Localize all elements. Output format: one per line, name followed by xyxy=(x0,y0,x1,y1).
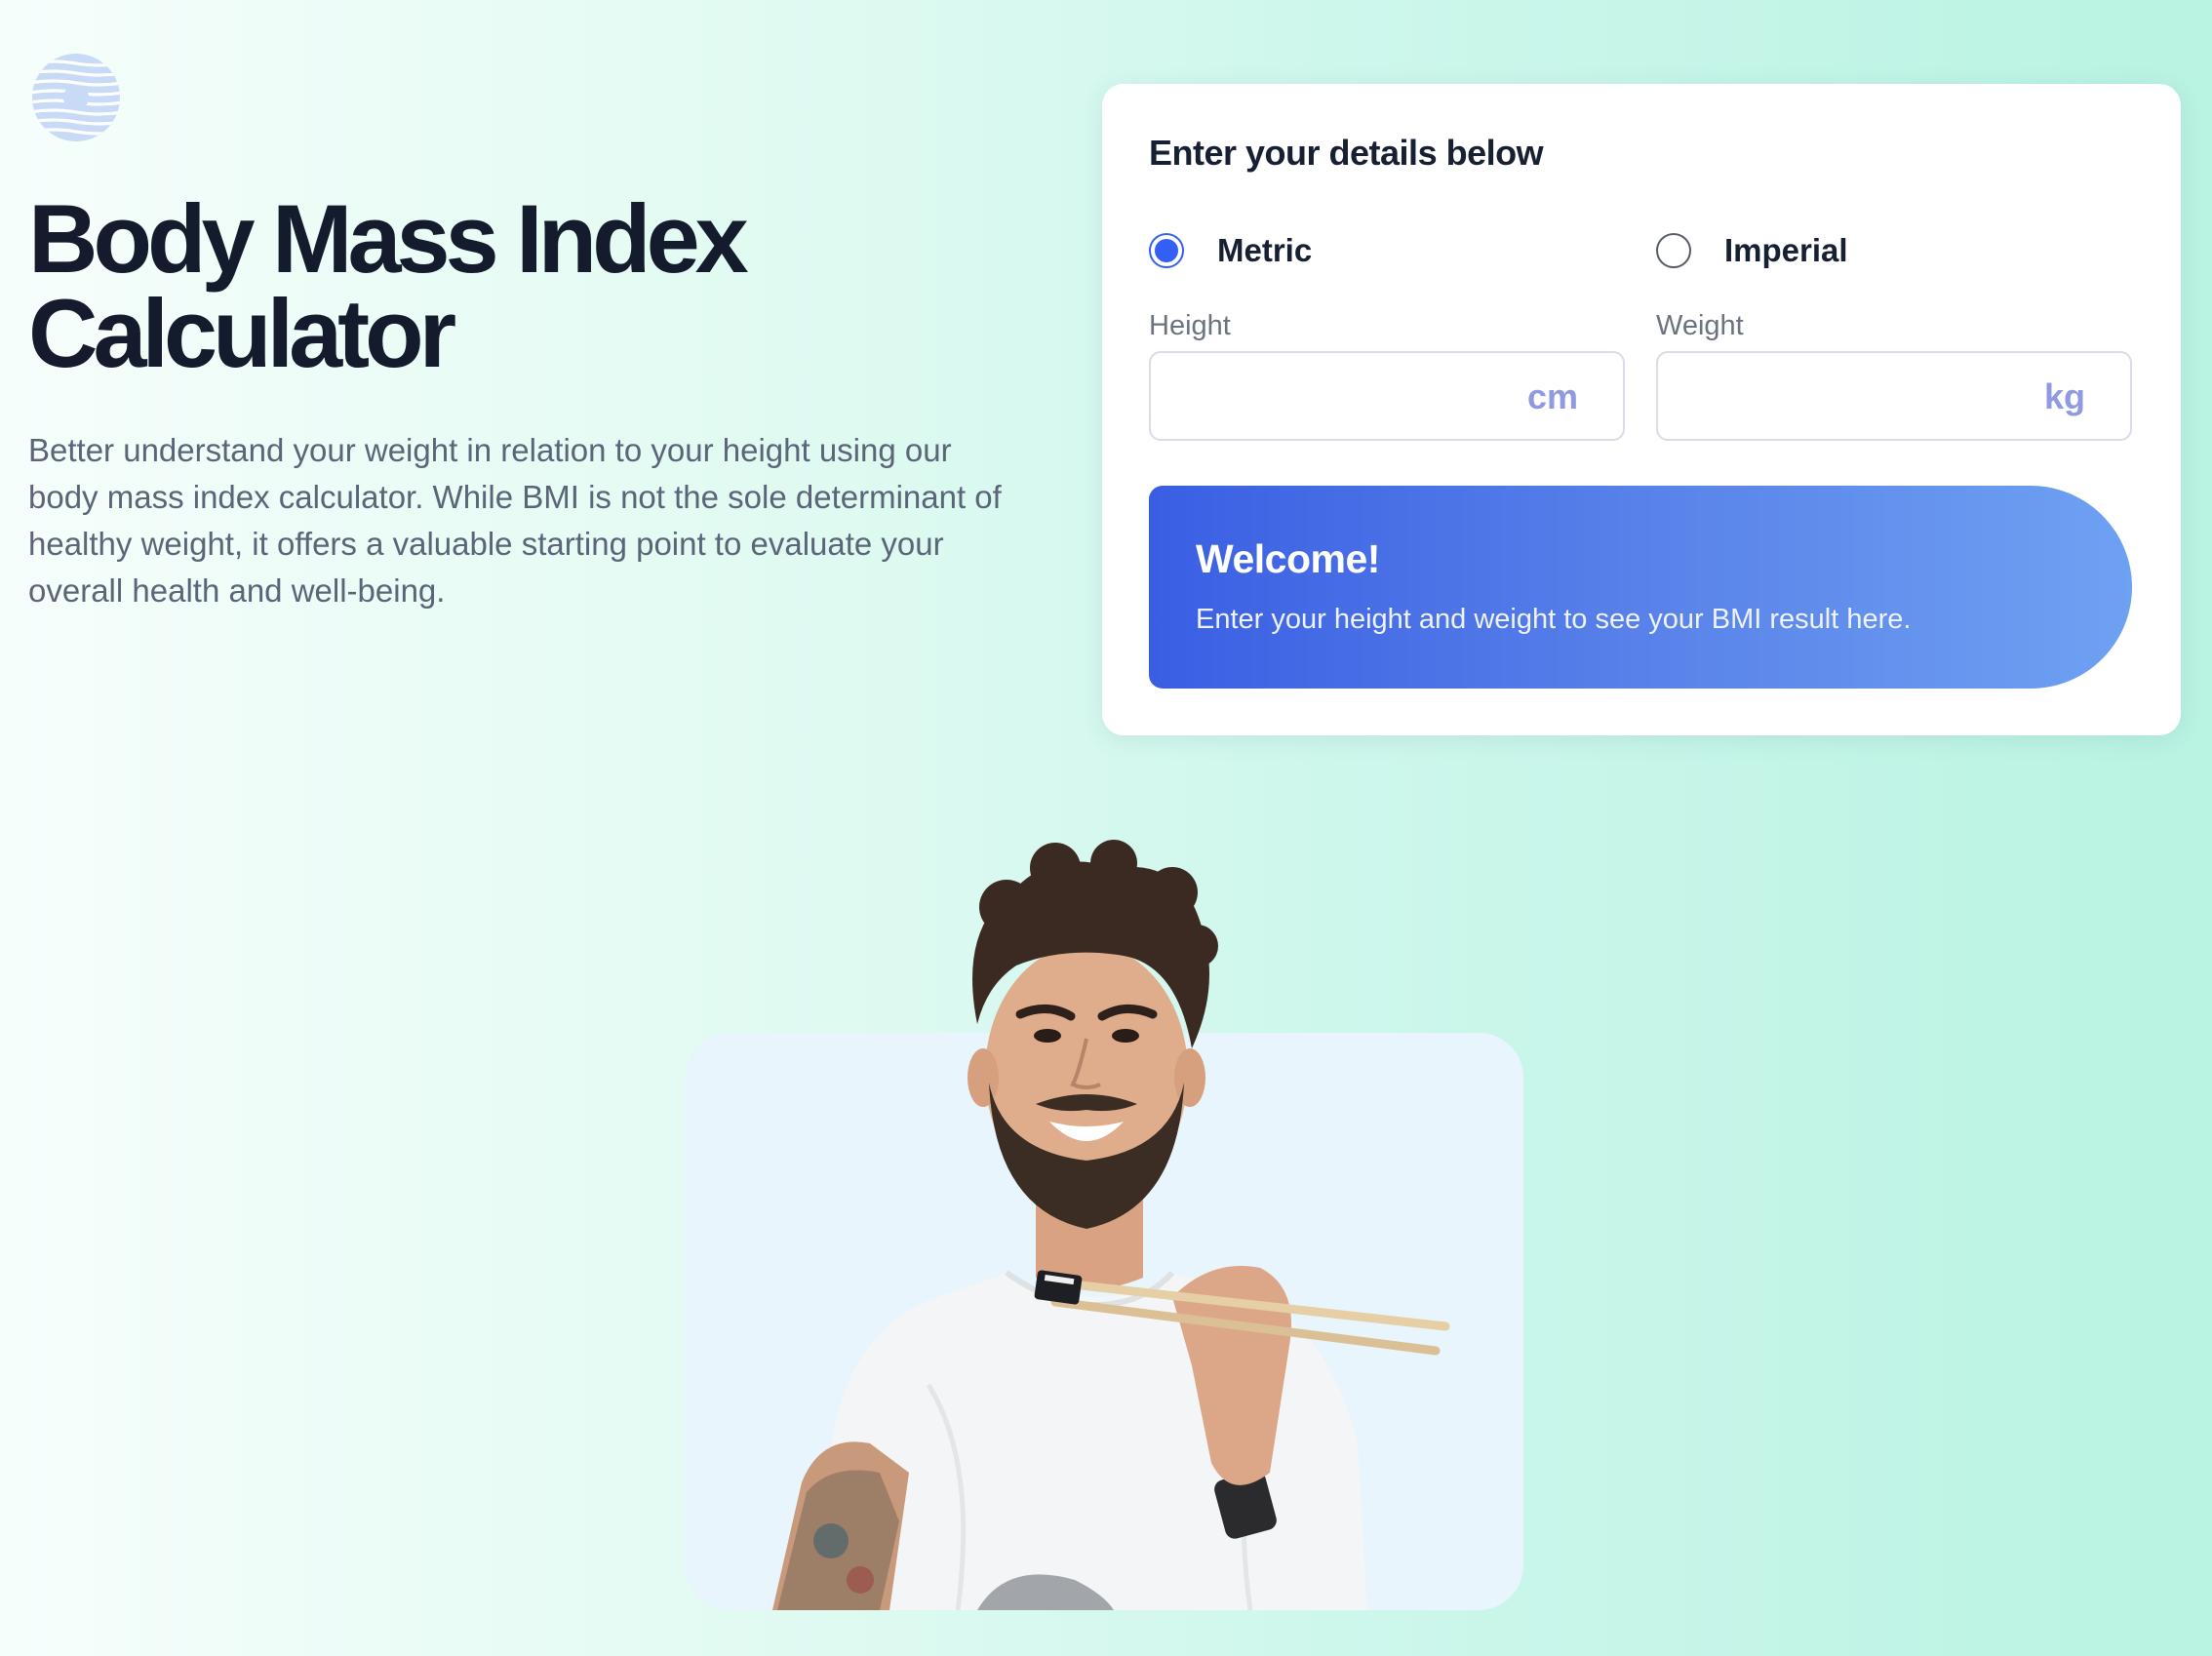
result-title: Welcome! xyxy=(1196,536,1380,581)
metric-radio-option[interactable]: Metric xyxy=(1149,232,1312,269)
imperial-label: Imperial xyxy=(1724,232,1848,268)
weight-unit: kg xyxy=(2043,376,2085,416)
page-description: Better understand your weight in relatio… xyxy=(28,432,1002,609)
imperial-radio-button[interactable] xyxy=(1656,233,1691,268)
man-eating-sushi-image xyxy=(772,840,1450,1610)
striped-globe-logo-icon[interactable] xyxy=(30,52,122,143)
height-input[interactable] xyxy=(1170,369,1506,425)
height-field: Height cm xyxy=(1149,310,1625,441)
weight-label: Weight xyxy=(1656,310,1744,341)
metric-label: Metric xyxy=(1217,232,1313,268)
page-title: Body Mass Index Calculator xyxy=(28,184,749,387)
result-text: Enter your height and weight to see your… xyxy=(1196,604,1912,635)
weight-field: Weight kg xyxy=(1656,310,2132,441)
weight-input-box[interactable]: kg xyxy=(1656,351,2132,441)
height-unit: cm xyxy=(1526,376,1578,416)
radio-selected-dot xyxy=(1155,239,1178,262)
height-input-box[interactable]: cm xyxy=(1149,351,1625,441)
weight-input[interactable] xyxy=(1678,369,2013,425)
calculator-title: Enter your details below xyxy=(1149,133,1544,173)
metric-radio-button[interactable] xyxy=(1149,233,1184,268)
height-label: Height xyxy=(1149,310,1231,341)
imperial-radio-option[interactable]: Imperial xyxy=(1656,232,1848,269)
bmi-calculator-card: Enter your details below Metric Imperial… xyxy=(1102,84,2181,735)
bmi-result-panel: Welcome! Enter your height and weight to… xyxy=(1149,486,2132,689)
